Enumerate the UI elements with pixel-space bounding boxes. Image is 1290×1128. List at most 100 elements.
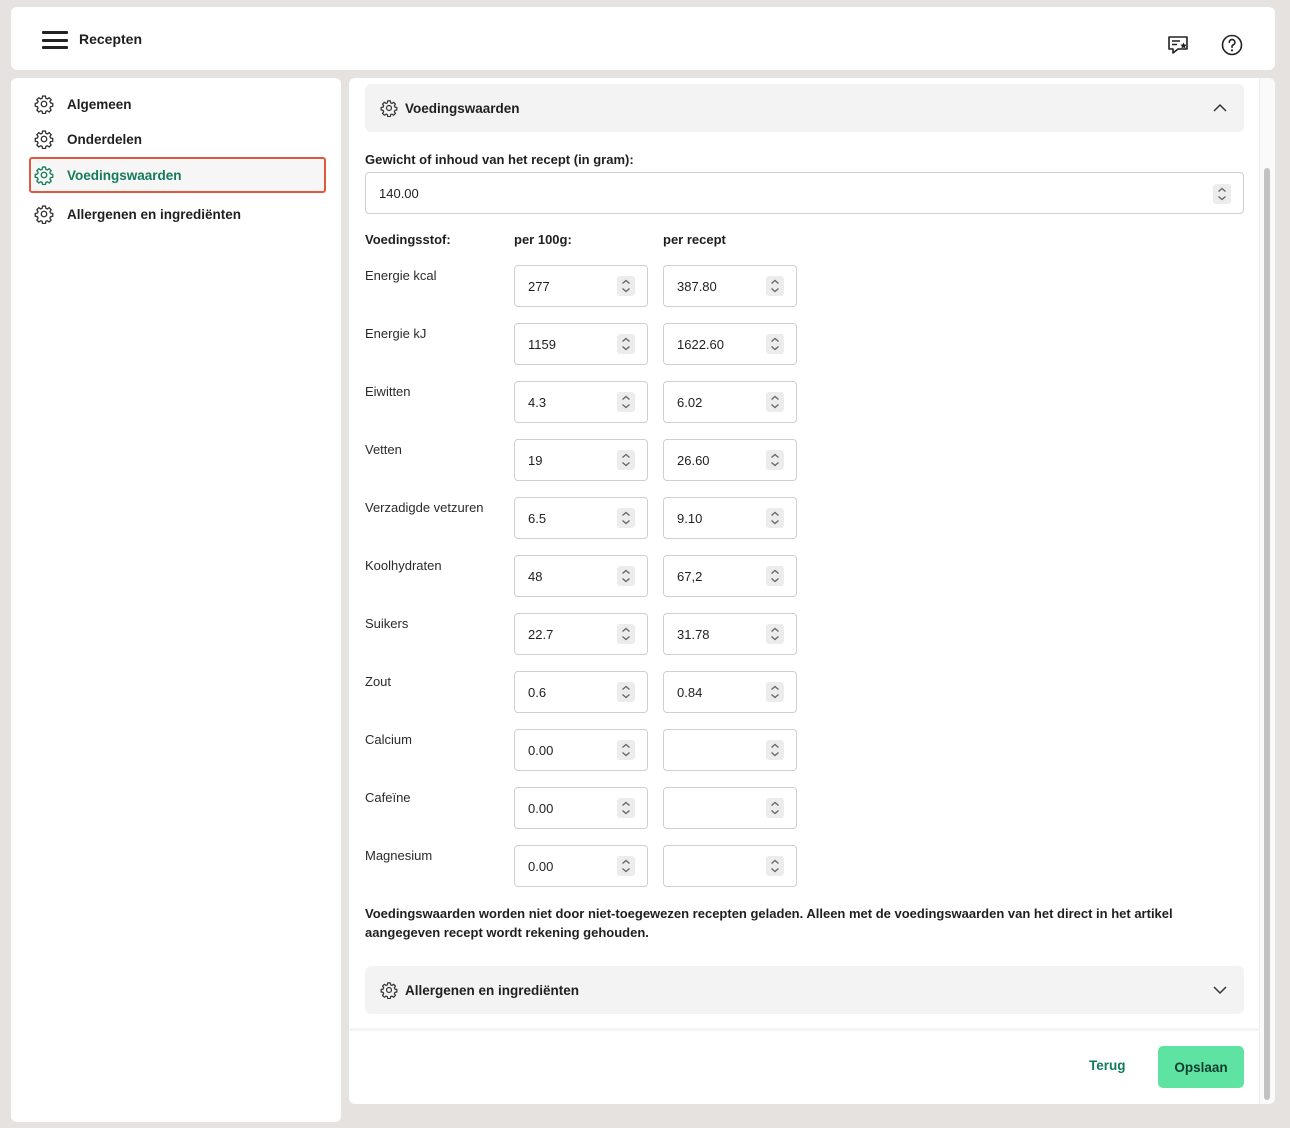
number-stepper[interactable] [766,334,784,354]
number-stepper[interactable] [617,856,635,876]
back-button[interactable]: Terug [1089,1058,1126,1073]
number-stepper[interactable] [1213,184,1231,204]
number-stepper[interactable] [617,798,635,818]
number-stepper[interactable] [766,508,784,528]
number-stepper[interactable] [617,450,635,470]
nutrition-note: Voedingswaarden worden niet door niet-to… [365,906,1173,940]
nutrient-label: Energie kJ [365,326,427,341]
chevron-down-icon[interactable] [1212,982,1228,998]
per-recipe-input[interactable]: 9.10 [663,497,797,539]
number-stepper[interactable] [766,624,784,644]
nutrient-label: Energie kcal [365,268,437,283]
gear-icon [34,94,54,114]
number-stepper[interactable] [766,276,784,296]
weight-label: Gewicht of inhoud van het recept (in gra… [365,152,634,167]
input-value: 6.5 [528,510,547,526]
input-value: 6.02 [677,394,703,410]
sidebar-item-onderdelen[interactable]: Onderdelen [29,121,326,157]
sidebar-item-algemeen[interactable]: Algemeen [29,86,326,122]
column-header-per100: per 100g: [514,232,572,247]
number-stepper[interactable] [766,856,784,876]
per-recipe-input[interactable] [663,729,797,771]
number-stepper[interactable] [617,276,635,296]
per-recipe-input[interactable]: 67,2 [663,555,797,597]
input-value: 277 [528,278,550,294]
gear-icon [34,165,54,185]
page-title: Recepten [79,31,143,47]
top-bar: Recepten [11,7,1275,70]
gear-icon [380,99,398,117]
per100-input[interactable]: 1159 [514,323,648,365]
sidebar-item-voedingswaarden[interactable]: Voedingswaarden [29,157,326,193]
per100-input[interactable]: 22.7 [514,613,648,655]
main-panel: Voedingswaarden Gewicht of inhoud van he… [349,78,1275,1104]
input-value: 0.6 [528,684,547,700]
per100-input[interactable]: 6.5 [514,497,648,539]
number-stepper[interactable] [766,740,784,760]
number-stepper[interactable] [617,334,635,354]
sidebar-item-label: Onderdelen [67,131,143,147]
sidebar-item-label: Algemeen [67,96,132,112]
input-value: 0.84 [677,684,703,700]
per100-input[interactable]: 0.6 [514,671,648,713]
per-recipe-input[interactable]: 0.84 [663,671,797,713]
number-stepper[interactable] [766,392,784,412]
section-header-voedingswaarden[interactable]: Voedingswaarden [365,84,1244,132]
save-button[interactable]: Opslaan [1158,1046,1244,1088]
sidebar: Algemeen Onderdelen Voedingswaarden Alle… [11,78,341,1122]
gear-icon [34,129,54,149]
input-value: 0.00 [528,858,554,874]
number-stepper[interactable] [766,798,784,818]
input-value: 22.7 [528,626,554,642]
gear-icon [34,204,54,224]
per100-input[interactable]: 19 [514,439,648,481]
gear-icon [380,981,398,999]
section-title: Voedingswaarden [405,100,520,116]
input-value: 19 [528,452,543,468]
feedback-star-icon[interactable] [1166,33,1190,57]
input-value: 1159 [528,336,556,352]
input-value: 48 [528,568,543,584]
input-value: 67,2 [677,568,703,584]
scrollbar-thumb[interactable] [1264,168,1270,1100]
per-recipe-input[interactable]: 26.60 [663,439,797,481]
number-stepper[interactable] [766,682,784,702]
number-stepper[interactable] [617,392,635,412]
number-stepper[interactable] [617,624,635,644]
nutrient-label: Cafeïne [365,790,411,805]
number-stepper[interactable] [766,566,784,586]
per100-input[interactable]: 4.3 [514,381,648,423]
menu-icon[interactable] [42,31,68,49]
input-value: 31.78 [677,626,710,642]
section-header-allergenen[interactable]: Allergenen en ingrediënten [365,966,1244,1014]
input-value: 4.3 [528,394,547,410]
number-stepper[interactable] [766,450,784,470]
input-value: 0.00 [528,800,554,816]
per100-input[interactable]: 48 [514,555,648,597]
number-stepper[interactable] [617,682,635,702]
per-recipe-input[interactable]: 6.02 [663,381,797,423]
input-value: 26.60 [677,452,710,468]
per100-input[interactable]: 0.00 [514,729,648,771]
sidebar-item-label: Voedingswaarden [67,167,182,183]
chevron-up-icon[interactable] [1212,100,1228,116]
per-recipe-input[interactable]: 387.80 [663,265,797,307]
nutrient-label: Zout [365,674,392,689]
input-value: 1622.60 [677,336,724,352]
number-stepper[interactable] [617,740,635,760]
per-recipe-input[interactable] [663,845,797,887]
per-recipe-input[interactable]: 1622.60 [663,323,797,365]
nutrient-label: Magnesium [365,848,433,863]
number-stepper[interactable] [617,566,635,586]
per-recipe-input[interactable]: 31.78 [663,613,797,655]
weight-value: 140.00 [379,185,419,201]
sidebar-item-allergenen[interactable]: Allergenen en ingrediënten [29,196,326,232]
number-stepper[interactable] [617,508,635,528]
help-circle-icon[interactable] [1220,33,1244,57]
per-recipe-input[interactable] [663,787,797,829]
per100-input[interactable]: 0.00 [514,787,648,829]
weight-input[interactable]: 140.00 [365,172,1244,214]
per100-input[interactable]: 277 [514,265,648,307]
per100-input[interactable]: 0.00 [514,845,648,887]
section-title: Allergenen en ingrediënten [405,982,580,998]
